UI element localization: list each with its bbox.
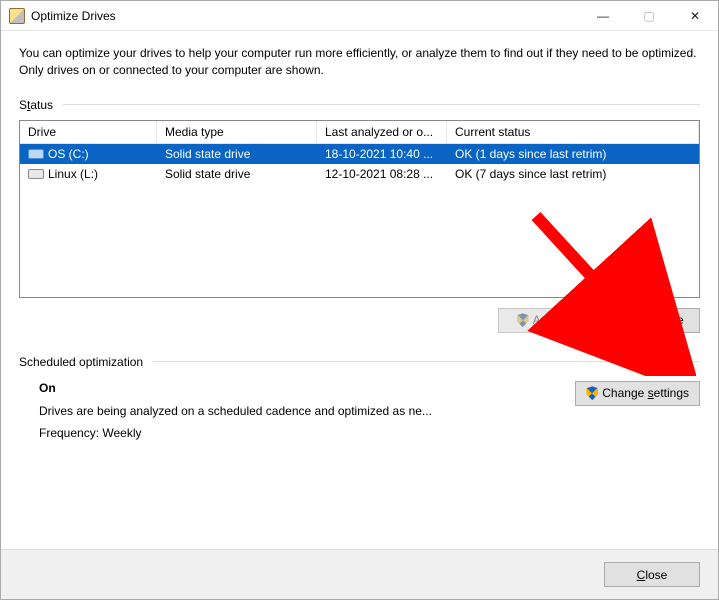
column-header-status[interactable]: Current status [447,121,699,144]
description-text: You can optimize your drives to help you… [19,45,700,80]
analyze-button: Analyze [498,308,594,333]
scheduled-frequency: Frequency: Weekly [39,422,575,445]
status-heading: Status [19,98,700,112]
titlebar: Optimize Drives — ▢ ✕ [1,1,718,31]
scheduled-detail: Drives are being analyzed on a scheduled… [39,400,575,423]
scheduled-row: On Drives are being analyzed on a schedu… [19,377,700,445]
optimize-drives-window: Optimize Drives — ▢ ✕ You can optimize y… [0,0,719,600]
window-title: Optimize Drives [31,9,580,23]
column-header-drive[interactable]: Drive [20,121,157,144]
footer: Close [1,549,718,599]
optimize-drives-icon [9,8,25,24]
optimize-button[interactable]: Optimize [604,308,700,333]
content-area: You can optimize your drives to help you… [1,31,718,549]
cell-drive: OS (C:) [20,147,157,161]
cell-last: 12-10-2021 08:28 ... [317,167,447,181]
cell-status: OK (7 days since last retrim) [447,167,699,181]
scheduled-info: On Drives are being analyzed on a schedu… [19,377,575,445]
cell-drive: Linux (L:) [20,167,157,181]
uac-shield-icon [620,313,632,327]
uac-shield-icon [517,313,529,327]
drives-header: Drive Media type Last analyzed or o... C… [20,121,699,144]
drives-list[interactable]: Drive Media type Last analyzed or o... C… [19,120,700,298]
uac-shield-icon [586,386,598,400]
cell-last: 18-10-2021 10:40 ... [317,147,447,161]
column-header-media[interactable]: Media type [157,121,317,144]
drive-icon [28,149,44,159]
scheduled-heading: Scheduled optimization [19,355,700,369]
close-button[interactable]: Close [604,562,700,587]
table-row[interactable]: OS (C:) Solid state drive 18-10-2021 10:… [20,144,699,164]
action-buttons: Analyze Optimize [19,308,700,333]
close-window-button[interactable]: ✕ [672,1,718,31]
cell-media: Solid state drive [157,167,317,181]
cell-status: OK (1 days since last retrim) [447,147,699,161]
scheduled-state: On [39,377,575,400]
maximize-button[interactable]: ▢ [626,1,672,31]
cell-media: Solid state drive [157,147,317,161]
minimize-button[interactable]: — [580,1,626,31]
column-header-last[interactable]: Last analyzed or o... [317,121,447,144]
table-row[interactable]: Linux (L:) Solid state drive 12-10-2021 … [20,164,699,184]
change-settings-button[interactable]: Change settings [575,381,700,406]
drive-icon [28,169,44,179]
